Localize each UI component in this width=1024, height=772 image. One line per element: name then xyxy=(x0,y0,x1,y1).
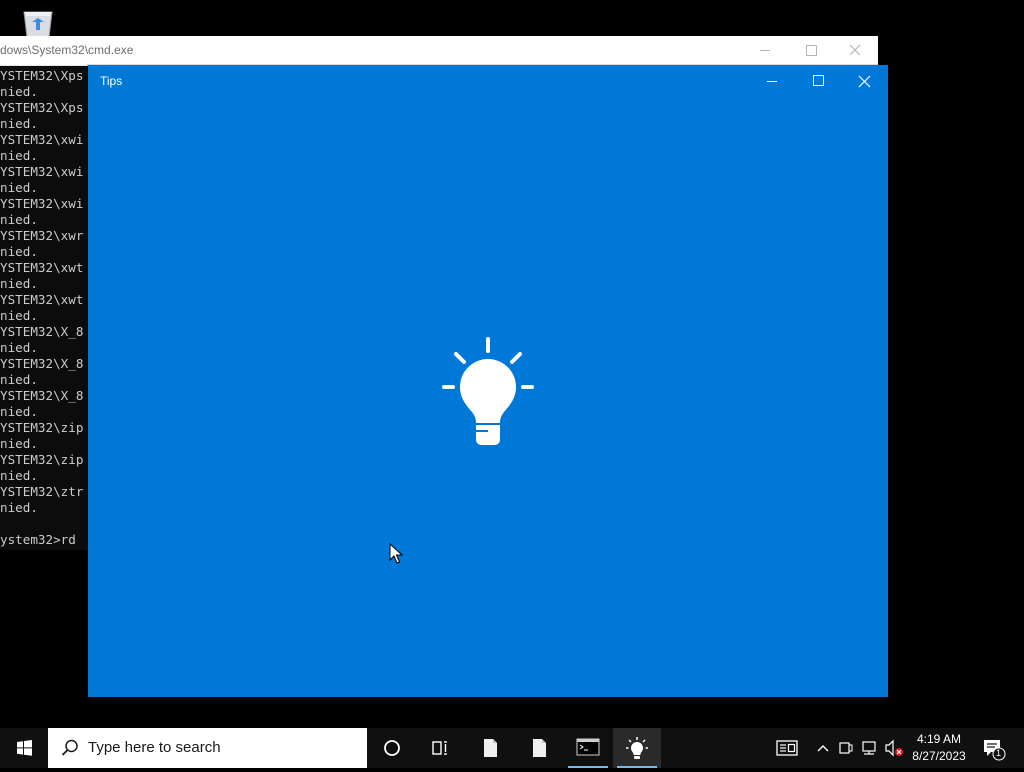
command-prompt-icon xyxy=(576,738,600,756)
cmd-output-line: YSTEM32\X_8 xyxy=(0,388,84,403)
taskbar-search-box[interactable]: Type here to search xyxy=(48,728,367,768)
cmd-output-line: nied. xyxy=(0,308,38,323)
cmd-output-line: nied. xyxy=(0,468,38,483)
search-icon xyxy=(61,739,78,756)
cmd-output-line: nied. xyxy=(0,212,38,227)
task-view-button[interactable] xyxy=(416,728,464,768)
show-hidden-icons-button[interactable] xyxy=(812,728,834,768)
lightbulb-icon xyxy=(626,737,648,759)
taskbar-tips-app[interactable] xyxy=(613,728,661,768)
taskbar-file-app-1[interactable] xyxy=(466,728,514,768)
cmd-output-line: YSTEM32\X_8 xyxy=(0,324,84,339)
start-button[interactable] xyxy=(0,728,48,768)
taskbar-clock[interactable]: 4:19 AM 8/27/2023 xyxy=(907,731,971,765)
close-icon xyxy=(858,75,871,88)
action-center-button[interactable]: 1 xyxy=(978,728,1008,768)
maximize-icon xyxy=(806,45,817,56)
chevron-up-icon xyxy=(817,745,829,752)
cmd-output-line: YSTEM32\Xps xyxy=(0,100,84,115)
cortana-circle-icon xyxy=(384,740,400,756)
notification-count: 1 xyxy=(996,748,1002,758)
cmd-output-line: nied. xyxy=(0,500,38,515)
cmd-output-line: ystem32>rd xyxy=(0,532,76,547)
cmd-output-line: YSTEM32\xwt xyxy=(0,292,84,307)
taskbar-file-app-2[interactable] xyxy=(515,728,563,768)
cmd-output-line: nied. xyxy=(0,244,38,259)
maximize-icon xyxy=(813,75,824,86)
cmd-minimize-button[interactable] xyxy=(742,36,788,65)
cmd-output-line: nied. xyxy=(0,372,38,387)
lightbulb-icon xyxy=(442,337,534,445)
cmd-output-line: nied. xyxy=(0,180,38,195)
volume-muted-icon xyxy=(885,739,903,757)
minimize-icon xyxy=(767,81,777,82)
cmd-title-bar[interactable]: dows\System32\cmd.exe xyxy=(0,36,878,66)
cmd-output-line: YSTEM32\xwt xyxy=(0,260,84,275)
cmd-output-line: YSTEM32\ztr xyxy=(0,484,84,499)
network-button[interactable] xyxy=(858,728,880,768)
cmd-output-line: nied. xyxy=(0,84,38,99)
cmd-output-line: YSTEM32\zip xyxy=(0,420,84,435)
clock-date: 8/27/2023 xyxy=(912,749,966,763)
tips-window-title: Tips xyxy=(100,74,123,88)
taskbar-cmd-app[interactable] xyxy=(564,728,612,768)
cmd-console-output[interactable]: YSTEM32\Xps nied. YSTEM32\Xps nied. YSTEM32\… xyxy=(0,66,90,550)
recycle-bin-icon[interactable] xyxy=(18,4,58,40)
mouse-cursor-icon xyxy=(389,543,403,564)
tips-maximize-button[interactable] xyxy=(795,65,841,97)
news-icon xyxy=(776,740,798,756)
cmd-close-button[interactable] xyxy=(832,36,878,65)
cmd-output-line: YSTEM32\xwi xyxy=(0,132,84,147)
document-icon xyxy=(533,739,546,757)
cortana-button[interactable] xyxy=(368,728,416,768)
document-icon xyxy=(484,739,497,757)
clock-time: 4:19 AM xyxy=(916,732,962,746)
taskbar: Type here to search 4:19 AM 8/27/2023 1 xyxy=(0,728,1024,768)
tray-device-button[interactable] xyxy=(836,728,856,768)
news-and-interests-button[interactable] xyxy=(770,728,804,768)
search-placeholder: Type here to search xyxy=(88,739,221,756)
minimize-icon xyxy=(760,50,770,51)
task-view-icon xyxy=(432,741,447,755)
tips-window[interactable]: Tips xyxy=(88,65,888,697)
windows-logo-icon xyxy=(17,740,32,756)
cmd-output-line: YSTEM32\zip xyxy=(0,452,84,467)
cmd-output-line: nied. xyxy=(0,116,38,131)
cmd-maximize-button[interactable] xyxy=(788,36,834,65)
cmd-output-line: nied. xyxy=(0,148,38,163)
tips-close-button[interactable] xyxy=(841,65,887,97)
tips-minimize-button[interactable] xyxy=(749,65,795,97)
network-icon xyxy=(862,741,876,755)
cmd-output-line: nied. xyxy=(0,340,38,355)
cmd-window-title: dows\System32\cmd.exe xyxy=(0,43,134,57)
close-icon xyxy=(849,44,861,56)
cmd-output-line: nied. xyxy=(0,436,38,451)
cmd-output-line: nied. xyxy=(0,404,38,419)
cmd-output-line: YSTEM32\Xps xyxy=(0,68,84,83)
cmd-output-line: YSTEM32\X_8 xyxy=(0,356,84,371)
cmd-output-line: YSTEM32\xwr xyxy=(0,228,84,243)
device-icon xyxy=(839,742,853,754)
cmd-output-line: nied. xyxy=(0,276,38,291)
notification-icon xyxy=(984,740,1006,761)
volume-button[interactable] xyxy=(882,728,906,768)
cmd-output-line: YSTEM32\xwi xyxy=(0,164,84,179)
cmd-output-line: YSTEM32\xwi xyxy=(0,196,84,211)
